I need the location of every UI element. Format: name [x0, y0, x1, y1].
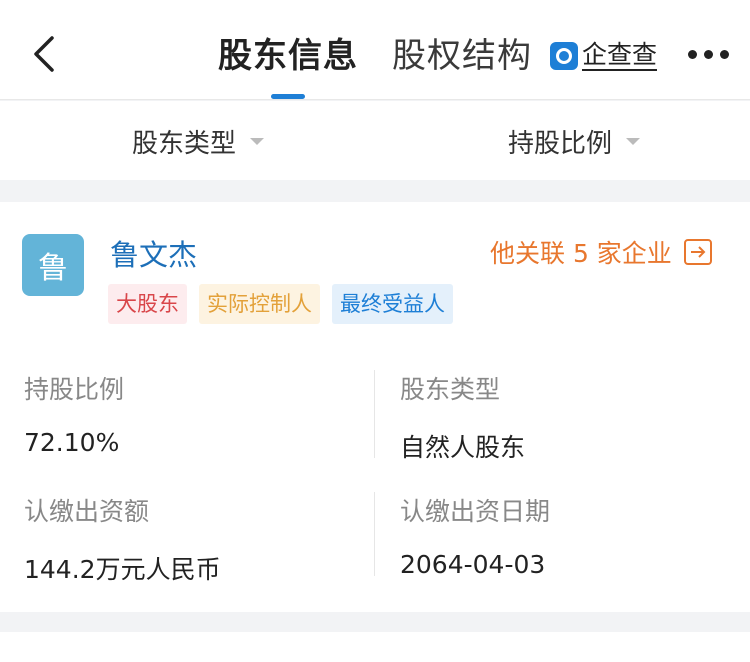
- brand-name: 企查查: [582, 40, 658, 71]
- field-label: 认缴出资额: [24, 497, 150, 526]
- brand-link[interactable]: 企查查: [550, 38, 658, 74]
- back-icon: [34, 36, 54, 72]
- shareholder-card: 鲁 鲁文杰 他关联 5 家企业 大股东 实际控制人 最终受益人 持股比例 72.…: [0, 202, 750, 612]
- tab-equity-structure[interactable]: 股权结构: [392, 32, 532, 80]
- filter-share-ratio[interactable]: 持股比例: [508, 123, 641, 160]
- filter-ratio-label: 持股比例: [508, 129, 613, 159]
- external-arrow-icon: [683, 239, 712, 265]
- tab-shareholder-info[interactable]: 股东信息: [218, 32, 358, 80]
- field-subscription-date: 认缴出资日期 2064-04-03: [400, 492, 550, 579]
- more-icon: [704, 49, 713, 59]
- field-value: 自然人股东: [400, 433, 526, 462]
- tag-major-shareholder[interactable]: 大股东: [108, 284, 187, 324]
- filter-type-label: 股东类型: [132, 129, 237, 159]
- field-label: 认缴出资日期: [400, 497, 551, 526]
- more-icon: [720, 49, 729, 59]
- shareholder-name-link[interactable]: 鲁文杰: [110, 232, 197, 274]
- top-bar: 股东信息 股权结构 企查查: [0, 0, 750, 100]
- tag-actual-controller[interactable]: 实际控制人: [199, 284, 320, 324]
- field-value: 72.10%: [24, 428, 120, 457]
- tag-list: 大股东 实际控制人 最终受益人: [108, 284, 453, 324]
- divider: [374, 492, 375, 576]
- dropdown-caret-icon: [626, 138, 641, 145]
- divider: [374, 370, 375, 458]
- brand-logo-icon: [550, 42, 578, 70]
- more-icon: [688, 49, 697, 59]
- field-share-ratio: 持股比例 72.10%: [24, 370, 124, 457]
- back-button[interactable]: [28, 34, 68, 78]
- active-tab-indicator: [271, 94, 305, 99]
- filter-bar: 股东类型 持股比例: [0, 101, 750, 180]
- more-button[interactable]: [688, 42, 732, 66]
- field-shareholder-type: 股东类型 自然人股东: [400, 370, 525, 464]
- field-label: 股东类型: [400, 375, 501, 404]
- field-value: 2064-04-03: [400, 550, 546, 579]
- field-label: 持股比例: [24, 375, 125, 404]
- related-companies-text: 他关联 5 家企业: [490, 239, 672, 268]
- dropdown-caret-icon: [250, 138, 265, 145]
- related-companies-link[interactable]: 他关联 5 家企业: [490, 234, 712, 270]
- field-subscribed-capital: 认缴出资额 144.2万元人民币: [24, 492, 221, 586]
- avatar: 鲁: [22, 234, 84, 296]
- field-value: 144.2万元人民币: [24, 555, 221, 584]
- tag-ultimate-beneficiary[interactable]: 最终受益人: [332, 284, 453, 324]
- next-card-edge: [0, 632, 750, 662]
- filter-shareholder-type[interactable]: 股东类型: [132, 123, 265, 160]
